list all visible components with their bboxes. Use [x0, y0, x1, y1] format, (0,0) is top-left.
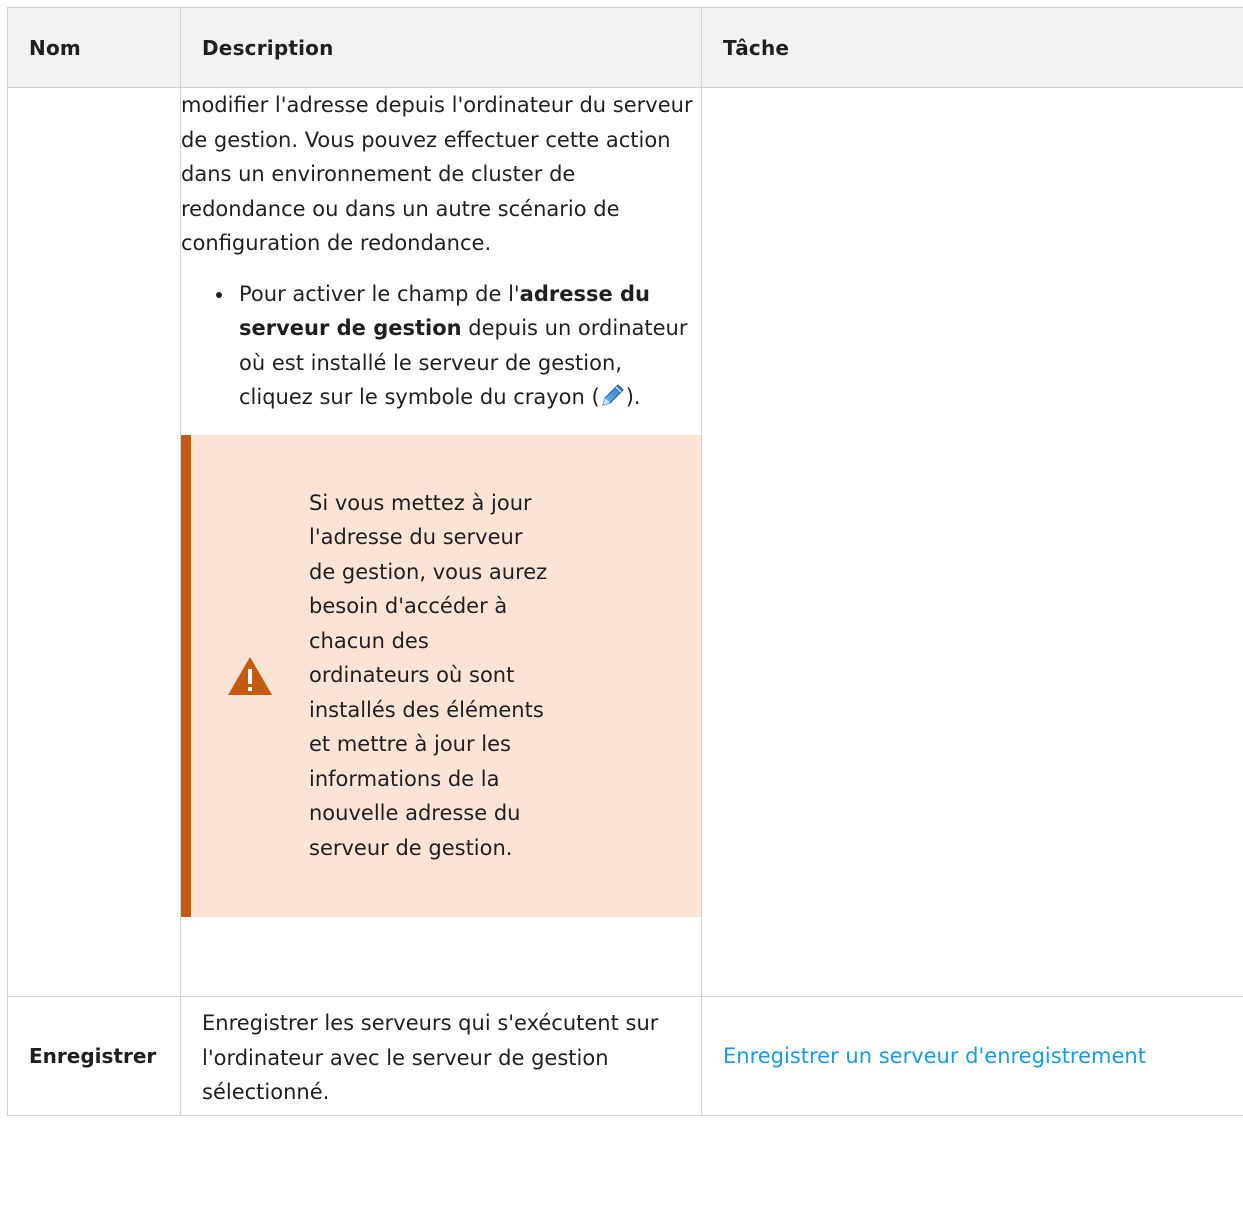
cell-tache-empty	[701, 87, 1243, 997]
bullet-dot	[216, 291, 222, 298]
cell-nom-empty	[7, 87, 181, 997]
description-paragraph: modifier l'adresse depuis l'ordinateur d…	[181, 93, 693, 255]
cell-nom-enregistrer: Enregistrer	[7, 996, 181, 1116]
pencil-icon	[600, 382, 626, 408]
bullet-prefix: Pour activer le champ de l'	[239, 281, 520, 306]
list-item: Pour activer le champ de l'adresse du se…	[216, 277, 701, 415]
warning-icon-container	[191, 656, 309, 696]
warning-callout: Si vous mettez à jour l'adresse du serve…	[181, 434, 701, 917]
register-server-link[interactable]: Enregistrer un serveur d'enregistrement	[723, 1044, 1146, 1068]
header-nom: Nom	[7, 7, 181, 88]
cell-description-enregistrer: Enregistrer les serveurs qui s'exécutent…	[180, 996, 702, 1116]
warning-text: Si vous mettez à jour l'adresse du serve…	[309, 490, 548, 860]
table-header-row: Nom Description Tâche	[7, 7, 1243, 88]
properties-table: Nom Description Tâche modifier l'adresse…	[7, 7, 1243, 1116]
warning-icon	[228, 656, 272, 695]
header-tache: Tâche	[701, 7, 1243, 88]
cell-tache-enregistrer: Enregistrer un serveur d'enregistrement	[701, 996, 1243, 1116]
header-description: Description	[180, 7, 702, 88]
cell-description: modifier l'adresse depuis l'ordinateur d…	[180, 87, 702, 997]
bullet-suffix: ).	[625, 385, 641, 409]
table-row: Enregistrer Enregistrer les serveurs qui…	[7, 996, 1243, 1116]
table-row: modifier l'adresse depuis l'ordinateur d…	[7, 87, 1243, 997]
bullet-list: Pour activer le champ de l'adresse du se…	[181, 277, 701, 415]
